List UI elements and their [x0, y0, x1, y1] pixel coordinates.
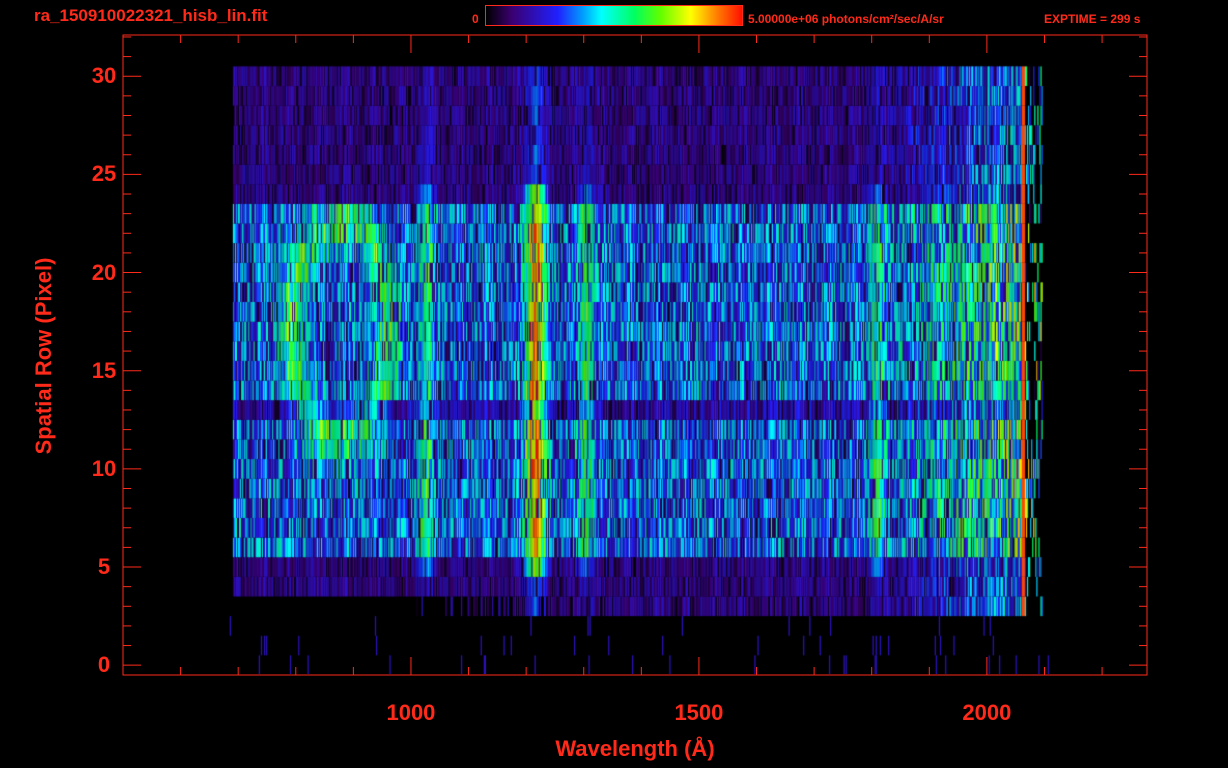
plot-frame: [122, 34, 1148, 676]
x-tick-label: 1500: [674, 700, 724, 725]
y-tick-label: 25: [91, 161, 117, 187]
y-tick-label: 15: [91, 357, 117, 383]
plot-axes: [122, 34, 1148, 676]
x-tick-label: 1000: [386, 700, 436, 725]
y-tick-label: 10: [91, 455, 117, 481]
x-tick-label: 2000: [962, 700, 1012, 725]
y-tick-label: 30: [91, 63, 117, 89]
y-tick-label: 0: [97, 652, 111, 678]
y-axis-label: Spatial Row (Pixel): [31, 257, 56, 455]
y-tick-label: 5: [97, 554, 111, 580]
x-axis-label: Wavelength (Å): [555, 736, 715, 761]
y-tick-label: 20: [91, 259, 117, 285]
